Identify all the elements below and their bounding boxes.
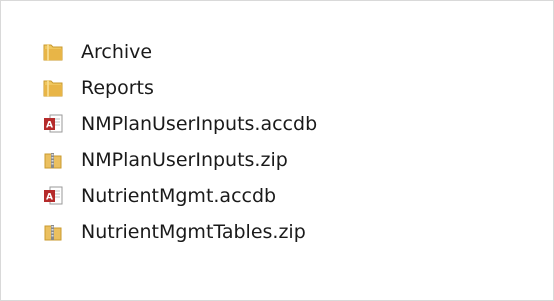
file-name: Archive [81, 41, 153, 63]
access-database-icon: A [41, 184, 65, 208]
list-item-nmplanuserinputs-zip[interactable]: NMPlanUserInputs.zip [41, 142, 421, 178]
svg-text:A: A [46, 121, 53, 131]
explorer-pane: Archive Reports A NMPlanUserInputs.accdb… [0, 0, 554, 301]
list-item-archive[interactable]: Archive [41, 34, 421, 70]
svg-text:A: A [46, 193, 53, 203]
list-item-nmplanuserinputs-accdb[interactable]: A NMPlanUserInputs.accdb [41, 106, 421, 142]
list-item-nutrientmgmttables-zip[interactable]: NutrientMgmtTables.zip [41, 214, 421, 250]
file-name: Reports [81, 77, 154, 99]
file-name: NutrientMgmtTables.zip [81, 221, 306, 243]
zip-archive-icon [41, 148, 65, 172]
file-name: NMPlanUserInputs.accdb [81, 113, 318, 135]
file-name: NMPlanUserInputs.zip [81, 149, 288, 171]
folder-icon [41, 76, 65, 100]
list-item-nutrientmgmt-accdb[interactable]: A NutrientMgmt.accdb [41, 178, 421, 214]
folder-icon [41, 40, 65, 64]
file-list: Archive Reports A NMPlanUserInputs.accdb… [41, 34, 421, 250]
list-item-reports[interactable]: Reports [41, 70, 421, 106]
zip-archive-icon [41, 220, 65, 244]
file-name: NutrientMgmt.accdb [81, 185, 277, 207]
access-database-icon: A [41, 112, 65, 136]
